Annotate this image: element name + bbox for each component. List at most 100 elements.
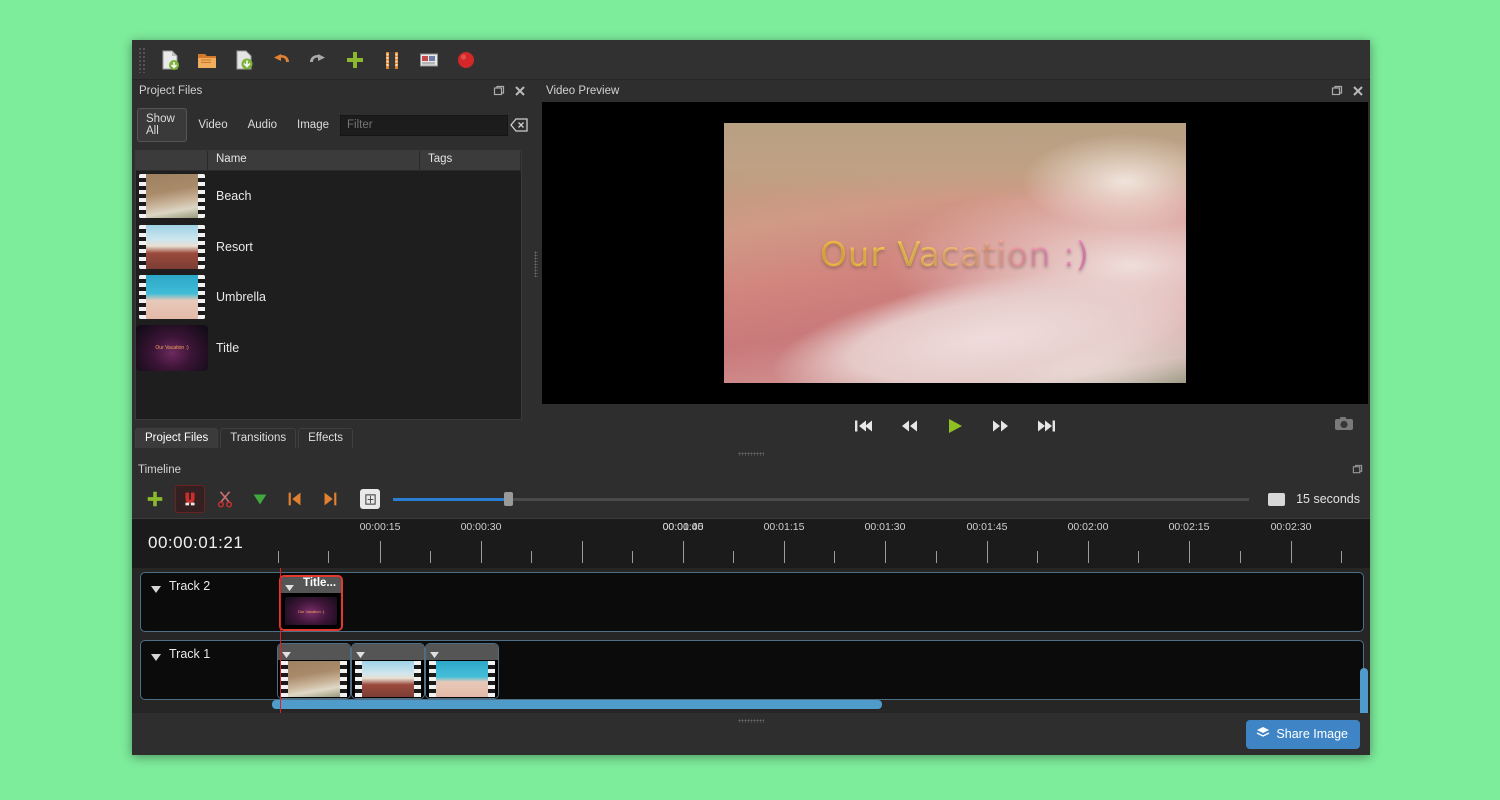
bottom-bar: Share Image: [132, 713, 1370, 755]
share-icon: [1256, 726, 1270, 742]
timeline-track[interactable]: Track 1: [140, 640, 1364, 700]
timeline-tracks[interactable]: Track 2 Title... Our Vacation :) Track 1: [132, 568, 1370, 713]
timeline-zoom-slider[interactable]: [393, 489, 1250, 509]
zoom-slider-fill: [393, 497, 505, 501]
redo-icon[interactable]: [301, 44, 335, 76]
record-icon[interactable]: [449, 44, 483, 76]
tab-project-files[interactable]: Project Files: [135, 428, 219, 448]
snapping-toggle-button[interactable]: [175, 485, 205, 513]
project-files-list[interactable]: Name Tags Beach Resort Umbrella Our Vaca…: [135, 150, 522, 420]
clip-body: [352, 660, 424, 698]
share-image-button[interactable]: Share Image: [1246, 720, 1360, 749]
play-button[interactable]: [945, 417, 965, 435]
transport-controls: [540, 404, 1370, 448]
horizontal-splitter[interactable]: [132, 448, 1370, 460]
import-files-icon[interactable]: [338, 44, 372, 76]
filter-image-button[interactable]: Image: [288, 114, 338, 136]
save-project-icon[interactable]: [227, 44, 261, 76]
column-name[interactable]: Name: [208, 151, 420, 170]
zoom-slider-track: [393, 497, 1250, 501]
scrollbar-thumb[interactable]: [272, 700, 882, 709]
export-video-icon[interactable]: [375, 44, 409, 76]
timeline-clip[interactable]: [425, 643, 499, 699]
timeline-horizontal-scrollbar[interactable]: [132, 700, 1370, 709]
razor-tool-button[interactable]: [210, 485, 240, 513]
list-item[interactable]: Beach: [136, 171, 521, 222]
list-item[interactable]: Our Vacation :) Title: [136, 323, 521, 374]
toolbar-grip[interactable]: [138, 46, 146, 73]
chevron-down-icon[interactable]: [151, 581, 161, 599]
close-icon[interactable]: [514, 85, 526, 97]
add-track-button[interactable]: [140, 485, 170, 513]
jump-end-button[interactable]: [1037, 418, 1057, 434]
file-list-body: Beach Resort Umbrella Our Vacation:) Ti…: [136, 171, 521, 419]
clip-body: [278, 660, 350, 698]
choose-profile-icon[interactable]: [412, 44, 446, 76]
timeline-toolbar: 15 seconds: [132, 480, 1370, 518]
filter-audio-button[interactable]: Audio: [239, 114, 286, 136]
column-tags[interactable]: Tags: [420, 151, 521, 170]
ruler-label: 00:02:30: [1270, 521, 1312, 533]
timeline-clip[interactable]: [351, 643, 425, 699]
clip-header: [278, 644, 350, 660]
clip-body: Our Vacation :): [281, 593, 341, 629]
open-project-icon[interactable]: [190, 44, 224, 76]
clip-header: Title...: [281, 577, 341, 593]
list-item[interactable]: Resort: [136, 222, 521, 273]
video-preview-title: Video Preview: [546, 85, 620, 97]
timeline-track[interactable]: Track 2 Title... Our Vacation :): [140, 572, 1364, 632]
rewind-button[interactable]: [899, 418, 919, 434]
camera-icon[interactable]: [1334, 416, 1354, 437]
chevron-down-icon[interactable]: [151, 649, 161, 667]
tab-transitions[interactable]: Transitions: [220, 428, 297, 448]
file-name: Resort: [216, 239, 253, 254]
zoom-level-icon: [1268, 492, 1286, 506]
float-icon[interactable]: [1331, 85, 1343, 97]
zoom-fit-icon[interactable]: [360, 489, 380, 509]
vertical-splitter[interactable]: [532, 80, 540, 448]
undo-icon[interactable]: [264, 44, 298, 76]
video-preview-title-bar: Video Preview: [540, 80, 1370, 102]
timeline-dock: Timeline 15 seconds 00:00:01:21 00:00:15…: [132, 460, 1370, 755]
playhead-timecode: 00:00:01:21: [148, 533, 244, 552]
timeline-ruler[interactable]: 00:00:01:21 00:00:15 00:00:30 00:00:45 0…: [132, 518, 1370, 568]
ruler-label: 00:00:30: [460, 521, 502, 533]
fast-forward-button[interactable]: [991, 418, 1011, 434]
next-marker-button[interactable]: [315, 485, 345, 513]
track-label: Track 2: [169, 579, 211, 593]
list-item[interactable]: Umbrella: [136, 272, 521, 323]
ruler-label: 00:01:45: [966, 521, 1008, 533]
filter-video-button[interactable]: Video: [189, 114, 236, 136]
zoom-slider-handle[interactable]: [504, 492, 514, 506]
playhead[interactable]: [280, 568, 281, 713]
bottom-splitter-handle[interactable]: [738, 719, 764, 723]
video-frame: Our Vacation :): [724, 123, 1186, 383]
float-icon[interactable]: [1352, 464, 1364, 476]
tab-effects[interactable]: Effects: [298, 428, 354, 448]
jump-start-button[interactable]: [853, 418, 873, 434]
add-marker-button[interactable]: [245, 485, 275, 513]
timeline-clip[interactable]: Title... Our Vacation :): [279, 575, 343, 631]
new-project-icon[interactable]: [153, 44, 187, 76]
previous-marker-button[interactable]: [280, 485, 310, 513]
file-name: Umbrella: [216, 290, 267, 305]
project-files-title-bar: Project Files: [133, 80, 532, 102]
clear-filter-icon[interactable]: [510, 115, 528, 135]
video-canvas[interactable]: Our Vacation :): [542, 102, 1368, 404]
file-filter-input[interactable]: [340, 114, 508, 136]
dock-tabs: Project Files Transitions Effects: [133, 426, 532, 448]
float-icon[interactable]: [493, 85, 505, 97]
clip-thumbnail: [355, 661, 421, 697]
close-icon[interactable]: [1352, 85, 1364, 97]
clip-thumbnail: [281, 661, 347, 697]
timeline-clip[interactable]: [277, 643, 351, 699]
column-thumbnail: [136, 151, 208, 170]
filter-show-all-button[interactable]: Show All: [137, 108, 188, 142]
timeline-title-bar: Timeline: [132, 460, 1370, 480]
file-list-header: Name Tags: [136, 151, 521, 171]
file-thumbnail: [136, 224, 208, 269]
ruler-label: 00:01:30: [864, 521, 906, 533]
project-files-dock: Project Files Show All Video Audio Image…: [132, 80, 532, 448]
clip-thumb-text: Our Vacation :): [297, 608, 325, 614]
file-thumbnail: Our Vacation :): [136, 324, 208, 371]
